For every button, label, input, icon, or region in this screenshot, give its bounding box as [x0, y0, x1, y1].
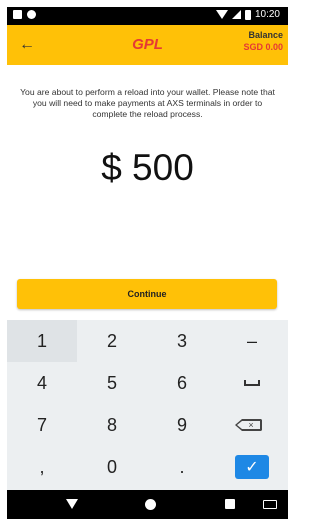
key-space[interactable]	[217, 362, 287, 404]
balance-display: Balance SGD 0.00	[243, 30, 283, 52]
key-8[interactable]: 8	[77, 404, 147, 446]
battery-icon	[244, 9, 251, 20]
status-bar: 10:20	[7, 7, 288, 25]
numeric-keypad: 1 2 3 – 4 5 6 7 8 9 × , 0 . ✓	[7, 320, 288, 490]
balance-label: Balance	[248, 30, 283, 40]
cell-signal-icon	[231, 10, 241, 19]
checkmark-icon: ✓	[235, 455, 269, 479]
key-comma[interactable]: ,	[7, 446, 77, 488]
key-4[interactable]: 4	[7, 362, 77, 404]
app-bar: ← GPL Balance SGD 0.00	[7, 25, 288, 65]
key-6[interactable]: 6	[147, 362, 217, 404]
reload-message: You are about to perform a reload into y…	[20, 87, 275, 119]
key-9[interactable]: 9	[147, 404, 217, 446]
device-screen: 10:20 ← GPL Balance SGD 0.00 You are abo…	[7, 7, 288, 519]
key-backspace[interactable]: ×	[217, 404, 287, 446]
key-done[interactable]: ✓	[217, 446, 287, 488]
sd-card-icon	[13, 10, 22, 19]
keyboard-icon[interactable]	[263, 500, 277, 509]
nav-back-icon[interactable]	[66, 499, 78, 509]
sync-icon	[27, 10, 36, 19]
key-minus[interactable]: –	[217, 320, 287, 362]
continue-button[interactable]: Continue	[17, 279, 277, 309]
nav-recents-icon[interactable]	[225, 499, 235, 509]
reload-amount: $ 500	[101, 147, 194, 188]
space-bar-icon	[244, 380, 260, 386]
key-1[interactable]: 1	[7, 320, 77, 362]
key-0[interactable]: 0	[77, 446, 147, 488]
key-7[interactable]: 7	[7, 404, 77, 446]
balance-value: SGD 0.00	[243, 42, 283, 52]
key-period[interactable]: .	[147, 446, 217, 488]
key-5[interactable]: 5	[77, 362, 147, 404]
status-time: 10:20	[254, 9, 280, 20]
backspace-icon: ×	[235, 419, 262, 431]
nav-home-icon[interactable]	[145, 499, 156, 510]
key-3[interactable]: 3	[147, 320, 217, 362]
key-2[interactable]: 2	[77, 320, 147, 362]
navigation-bar	[7, 490, 288, 519]
wifi-icon	[215, 10, 228, 19]
